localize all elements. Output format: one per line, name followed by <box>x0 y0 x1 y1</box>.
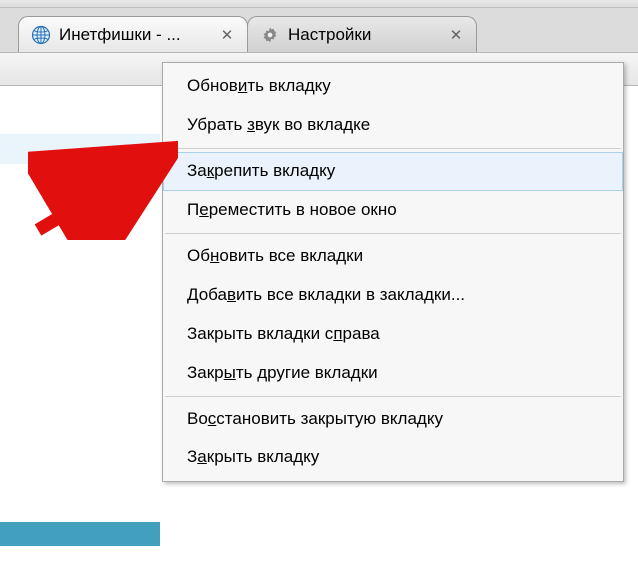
menu-item[interactable]: Закрыть вкладки справа <box>163 315 623 354</box>
menu-item[interactable]: Переместить в новое окно <box>163 191 623 230</box>
menu-separator <box>165 148 621 149</box>
page-decor <box>0 134 160 164</box>
gear-icon <box>260 25 280 45</box>
globe-icon <box>31 25 51 45</box>
tab-title: Настройки <box>288 25 440 45</box>
tab-title: Инетфишки - ... <box>59 25 211 45</box>
menu-item[interactable]: Восстановить закрытую вкладку <box>163 400 623 439</box>
close-icon[interactable]: ✕ <box>219 27 235 43</box>
menu-item[interactable]: Обновить все вкладки <box>163 237 623 276</box>
menu-item[interactable]: Закрыть вкладку <box>163 438 623 477</box>
menu-separator <box>165 233 621 234</box>
menu-separator <box>165 396 621 397</box>
menu-item[interactable]: Обновить вкладку <box>163 67 623 106</box>
tab-context-menu: Обновить вкладкуУбрать звук во вкладке За… <box>162 62 624 482</box>
close-icon[interactable]: ✕ <box>448 27 464 43</box>
menu-item[interactable]: Добавить все вкладки в закладки... <box>163 276 623 315</box>
menu-item[interactable]: Закрыть другие вкладки <box>163 354 623 393</box>
tab-strip: Инетфишки - ... ✕ Настройки ✕ <box>0 8 638 52</box>
menu-item[interactable]: Закрепить вкладку <box>163 152 623 191</box>
window-frame-top <box>0 0 638 8</box>
page-decor <box>0 522 160 546</box>
menu-item[interactable]: Убрать звук во вкладке <box>163 106 623 145</box>
tab-inactive[interactable]: Настройки ✕ <box>247 16 477 52</box>
tab-active[interactable]: Инетфишки - ... ✕ <box>18 16 248 52</box>
